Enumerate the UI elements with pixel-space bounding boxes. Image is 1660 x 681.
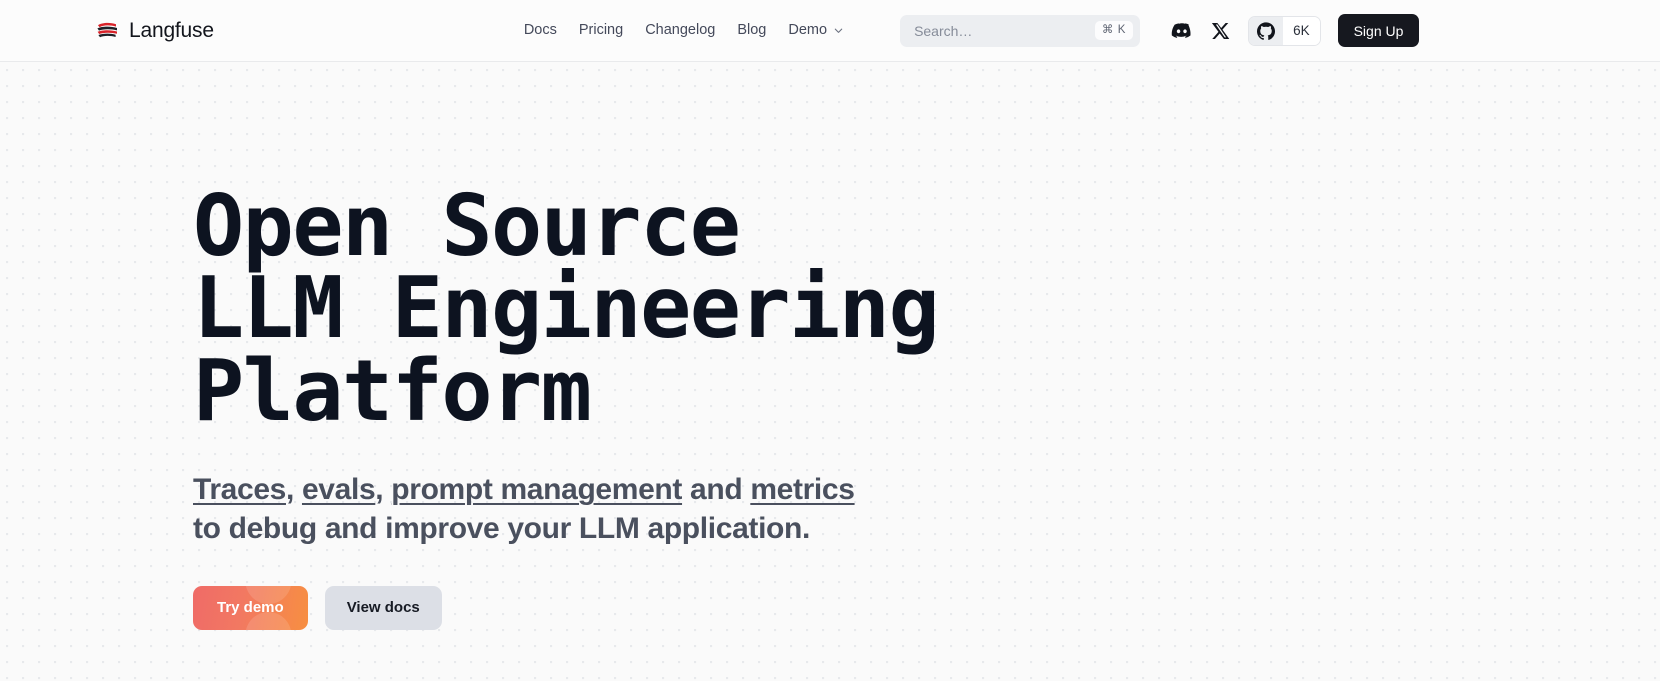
main-nav: Docs Pricing Changelog Blog Demo Search…… — [524, 14, 1141, 47]
subhead-line-2: to debug and improve your LLM applicatio… — [193, 512, 810, 545]
header-actions: 6K Sign Up — [1170, 14, 1420, 47]
github-star-count: 6K — [1283, 16, 1320, 45]
subhead-link-evals[interactable]: evals — [302, 473, 376, 506]
chevron-down-icon — [834, 28, 843, 33]
search-placeholder: Search… — [914, 22, 973, 39]
brand-logo-link[interactable]: Langfuse — [96, 20, 214, 41]
nav-item-pricing[interactable]: Pricing — [579, 23, 623, 38]
hero-subheading: Traces, evals, prompt management and met… — [193, 471, 1660, 548]
sign-up-button[interactable]: Sign Up — [1337, 14, 1420, 47]
github-stars-button[interactable]: 6K — [1248, 15, 1321, 46]
hero-cta-row: Try demo View docs — [193, 585, 1660, 630]
nav-item-blog[interactable]: Blog — [737, 23, 766, 38]
subhead-link-metrics[interactable]: metrics — [750, 473, 855, 506]
hero-content: Open Source LLM Engineering Platform Tra… — [0, 62, 1660, 630]
x-twitter-link[interactable] — [1211, 21, 1231, 41]
discord-link[interactable] — [1170, 19, 1194, 43]
subhead-link-traces[interactable]: Traces — [193, 473, 286, 506]
search-input[interactable]: Search… ⌘ K — [900, 14, 1141, 47]
try-demo-button[interactable]: Try demo — [193, 585, 308, 630]
site-header: Langfuse Docs Pricing Changelog Blog Dem… — [0, 0, 1660, 62]
nav-item-docs[interactable]: Docs — [524, 23, 557, 38]
nav-item-demo[interactable]: Demo — [788, 23, 844, 38]
subhead-sep-1: , — [285, 473, 302, 507]
page-title: Open Source LLM Engineering Platform — [193, 177, 940, 441]
view-docs-button[interactable]: View docs — [324, 585, 442, 630]
langfuse-landing-page: Langfuse Docs Pricing Changelog Blog Dem… — [0, 0, 1660, 681]
langfuse-logo-icon — [96, 22, 119, 40]
subhead-link-prompt-management[interactable]: prompt management — [391, 473, 682, 506]
discord-icon — [1171, 22, 1191, 38]
nav-item-changelog[interactable]: Changelog — [645, 23, 715, 38]
nav-item-demo-label: Demo — [788, 22, 828, 39]
try-demo-label: Try demo — [217, 599, 284, 617]
subhead-conjunction: and — [682, 473, 751, 507]
x-icon — [1211, 22, 1230, 39]
search-shortcut-badge: ⌘ K — [1094, 20, 1134, 41]
hero-section: Open Source LLM Engineering Platform Tra… — [0, 62, 1660, 681]
github-icon — [1249, 16, 1284, 45]
brand-name: Langfuse — [129, 19, 214, 42]
subhead-sep-2: , — [375, 473, 392, 507]
